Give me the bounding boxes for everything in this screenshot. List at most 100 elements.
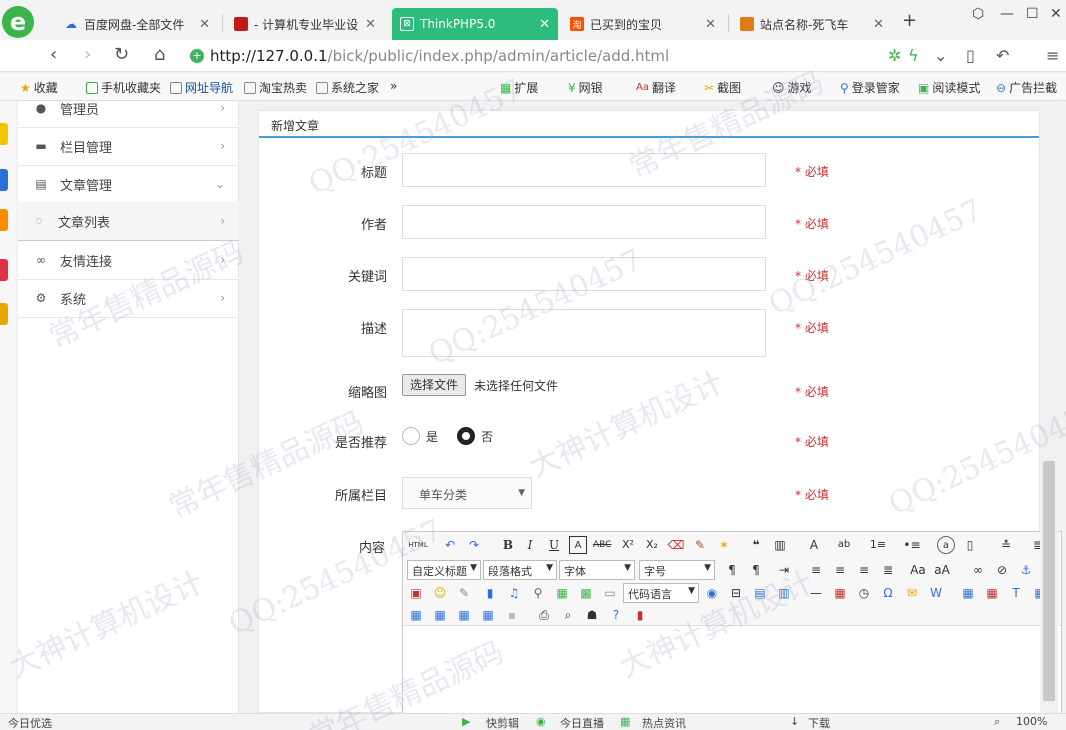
- format-painter-icon[interactable]: ✎: [691, 536, 709, 554]
- quote-icon[interactable]: ❝: [747, 536, 765, 554]
- tab-baidu-pan[interactable]: ☁ 百度网盘-全部文件 ✕: [56, 8, 218, 40]
- horizontal-rule-icon[interactable]: —: [807, 584, 825, 602]
- window-close-icon[interactable]: ✕: [1050, 6, 1062, 22]
- preview-icon[interactable]: ⌕: [559, 606, 577, 624]
- align-left-icon[interactable]: ≡: [807, 561, 825, 579]
- speed-icon[interactable]: ✲: [888, 46, 901, 65]
- blank-page-icon[interactable]: ▯: [961, 536, 979, 554]
- image-icon[interactable]: ▣: [407, 584, 425, 602]
- page-break-icon[interactable]: ◉: [703, 584, 721, 602]
- ext-translate[interactable]: Aa 翻译: [636, 79, 676, 96]
- ext-adblock[interactable]: ⊖ 广告拦截: [996, 79, 1057, 96]
- undo-icon[interactable]: ↶: [441, 536, 459, 554]
- code-language-select[interactable]: 代码语言 ▼: [623, 583, 699, 603]
- find-icon[interactable]: ☗: [583, 606, 601, 624]
- sidebar-item-article-list[interactable]: 文章列表 ›: [18, 202, 239, 240]
- tab-taobao-bought[interactable]: 淘 已买到的宝贝 ✕: [562, 8, 724, 40]
- align-center-icon[interactable]: ≡: [831, 561, 849, 579]
- tab-site-name[interactable]: 站点名称-死飞车 ✕: [732, 8, 892, 40]
- scrawl-icon[interactable]: ✎: [455, 584, 473, 602]
- status-live[interactable]: 今日直播: [560, 715, 604, 730]
- status-zoom[interactable]: 100%: [1016, 715, 1047, 728]
- gmap-icon[interactable]: ▩: [577, 584, 595, 602]
- strikethrough-icon[interactable]: ABC: [593, 536, 611, 554]
- rtl-icon[interactable]: ¶: [747, 561, 765, 579]
- word-import-icon[interactable]: W: [927, 584, 945, 602]
- link-icon[interactable]: ∞: [969, 561, 987, 579]
- chart-icon[interactable]: ▪: [503, 606, 521, 624]
- lowercase-icon[interactable]: aA: [933, 561, 951, 579]
- bold-icon[interactable]: B: [499, 536, 517, 554]
- eraser-icon[interactable]: ⌫: [667, 536, 685, 554]
- background-icon[interactable]: ▤: [751, 584, 769, 602]
- tab-thinkphp[interactable]: ⊠ ThinkPHP5.0 ✕: [392, 8, 558, 40]
- align-justify-icon[interactable]: ≣: [879, 561, 897, 579]
- close-icon[interactable]: ✕: [873, 17, 884, 32]
- italic-icon[interactable]: I: [521, 536, 539, 554]
- uppercase-icon[interactable]: Aa: [909, 561, 927, 579]
- superscript-icon[interactable]: X²: [619, 536, 637, 554]
- page-scrollbar[interactable]: [1040, 101, 1058, 713]
- font-color-icon[interactable]: A: [805, 536, 823, 554]
- sidebar-item-admin[interactable]: ● 管理员 ›: [18, 89, 239, 127]
- template-icon[interactable]: ⊟: [727, 584, 745, 602]
- status-download[interactable]: 下载: [808, 715, 830, 730]
- split-cells-icon[interactable]: ▦: [455, 606, 473, 624]
- wordimage-icon[interactable]: ▥: [775, 584, 793, 602]
- sidebar-item-links[interactable]: ∞ 友情连接 ›: [18, 241, 239, 279]
- recommend-no-radio[interactable]: [457, 427, 475, 445]
- custom-title-select[interactable]: 自定义标题 ▼: [407, 560, 481, 580]
- highlight-icon[interactable]: ab: [835, 536, 853, 554]
- close-icon[interactable]: ✕: [365, 17, 376, 32]
- back-icon[interactable]: ‹: [50, 44, 57, 65]
- status-video-clip[interactable]: 快剪辑: [486, 715, 519, 730]
- editor-body[interactable]: [403, 626, 1061, 714]
- underline-icon[interactable]: U: [545, 536, 563, 554]
- category-select[interactable]: 单车分类 ▼: [402, 477, 532, 509]
- close-icon[interactable]: ✕: [705, 17, 716, 32]
- font-size-select[interactable]: 字号 ▼: [639, 560, 715, 580]
- url-field[interactable]: + http://127.0.0.1/bick/public/index.php…: [190, 43, 955, 69]
- phone-icon[interactable]: ▯: [966, 46, 975, 65]
- sidebar-item-system[interactable]: ⚙ 系统 ›: [18, 279, 239, 317]
- title-input[interactable]: [402, 153, 766, 187]
- ext-extend[interactable]: ▦ 扩展: [500, 79, 538, 96]
- home-icon[interactable]: ⌂: [154, 44, 165, 65]
- font-family-select[interactable]: 字体 ▼: [559, 560, 635, 580]
- close-icon[interactable]: ✕: [539, 17, 550, 32]
- status-news[interactable]: 热点资讯: [642, 715, 686, 730]
- menu-icon[interactable]: ≡: [1046, 46, 1059, 65]
- help-icon[interactable]: ?: [607, 606, 625, 624]
- keywords-input[interactable]: [402, 257, 766, 291]
- sidebar-item-articles[interactable]: ▤ 文章管理 ⌄: [18, 165, 239, 203]
- redo-icon[interactable]: ↷: [465, 536, 483, 554]
- forward-icon[interactable]: ›: [84, 44, 91, 65]
- note-icon[interactable]: [0, 303, 8, 325]
- tab-graduation-project[interactable]: - 计算机专业毕业设 ✕: [226, 8, 384, 40]
- description-textarea[interactable]: [402, 309, 766, 357]
- print-icon[interactable]: ⎙: [535, 606, 553, 624]
- anchor-icon[interactable]: ⚓: [1017, 561, 1035, 579]
- html-source-button[interactable]: HTML: [407, 536, 429, 554]
- candy-icon[interactable]: [0, 259, 8, 281]
- unordered-list-icon[interactable]: •≡: [903, 536, 921, 554]
- subscript-icon[interactable]: X₂: [643, 536, 661, 554]
- ext-reading-mode[interactable]: ▣ 阅读模式: [918, 79, 980, 96]
- info-icon[interactable]: [0, 169, 8, 191]
- skin-icon[interactable]: ⬡: [972, 6, 984, 22]
- attachment-icon[interactable]: ⚲: [529, 584, 547, 602]
- paragraph-format-select[interactable]: 段落格式 ▼: [483, 560, 557, 580]
- minimize-icon[interactable]: —: [1000, 6, 1014, 22]
- new-tab-button[interactable]: +: [902, 10, 917, 31]
- music-icon[interactable]: ♫: [505, 584, 523, 602]
- drafts-icon[interactable]: ▮: [631, 606, 649, 624]
- bookmark-xitong[interactable]: 系统之家: [316, 79, 379, 96]
- maximize-icon[interactable]: ☐: [1026, 6, 1039, 22]
- author-input[interactable]: [402, 205, 766, 239]
- refresh-icon[interactable]: ↻: [114, 44, 129, 65]
- table-icon[interactable]: ▦: [959, 584, 977, 602]
- insert-col-icon[interactable]: ▦: [407, 606, 425, 624]
- ext-login-manager[interactable]: ⚲ 登录管家: [840, 79, 900, 96]
- special-char-icon[interactable]: Ω: [879, 584, 897, 602]
- map-icon[interactable]: ▦: [553, 584, 571, 602]
